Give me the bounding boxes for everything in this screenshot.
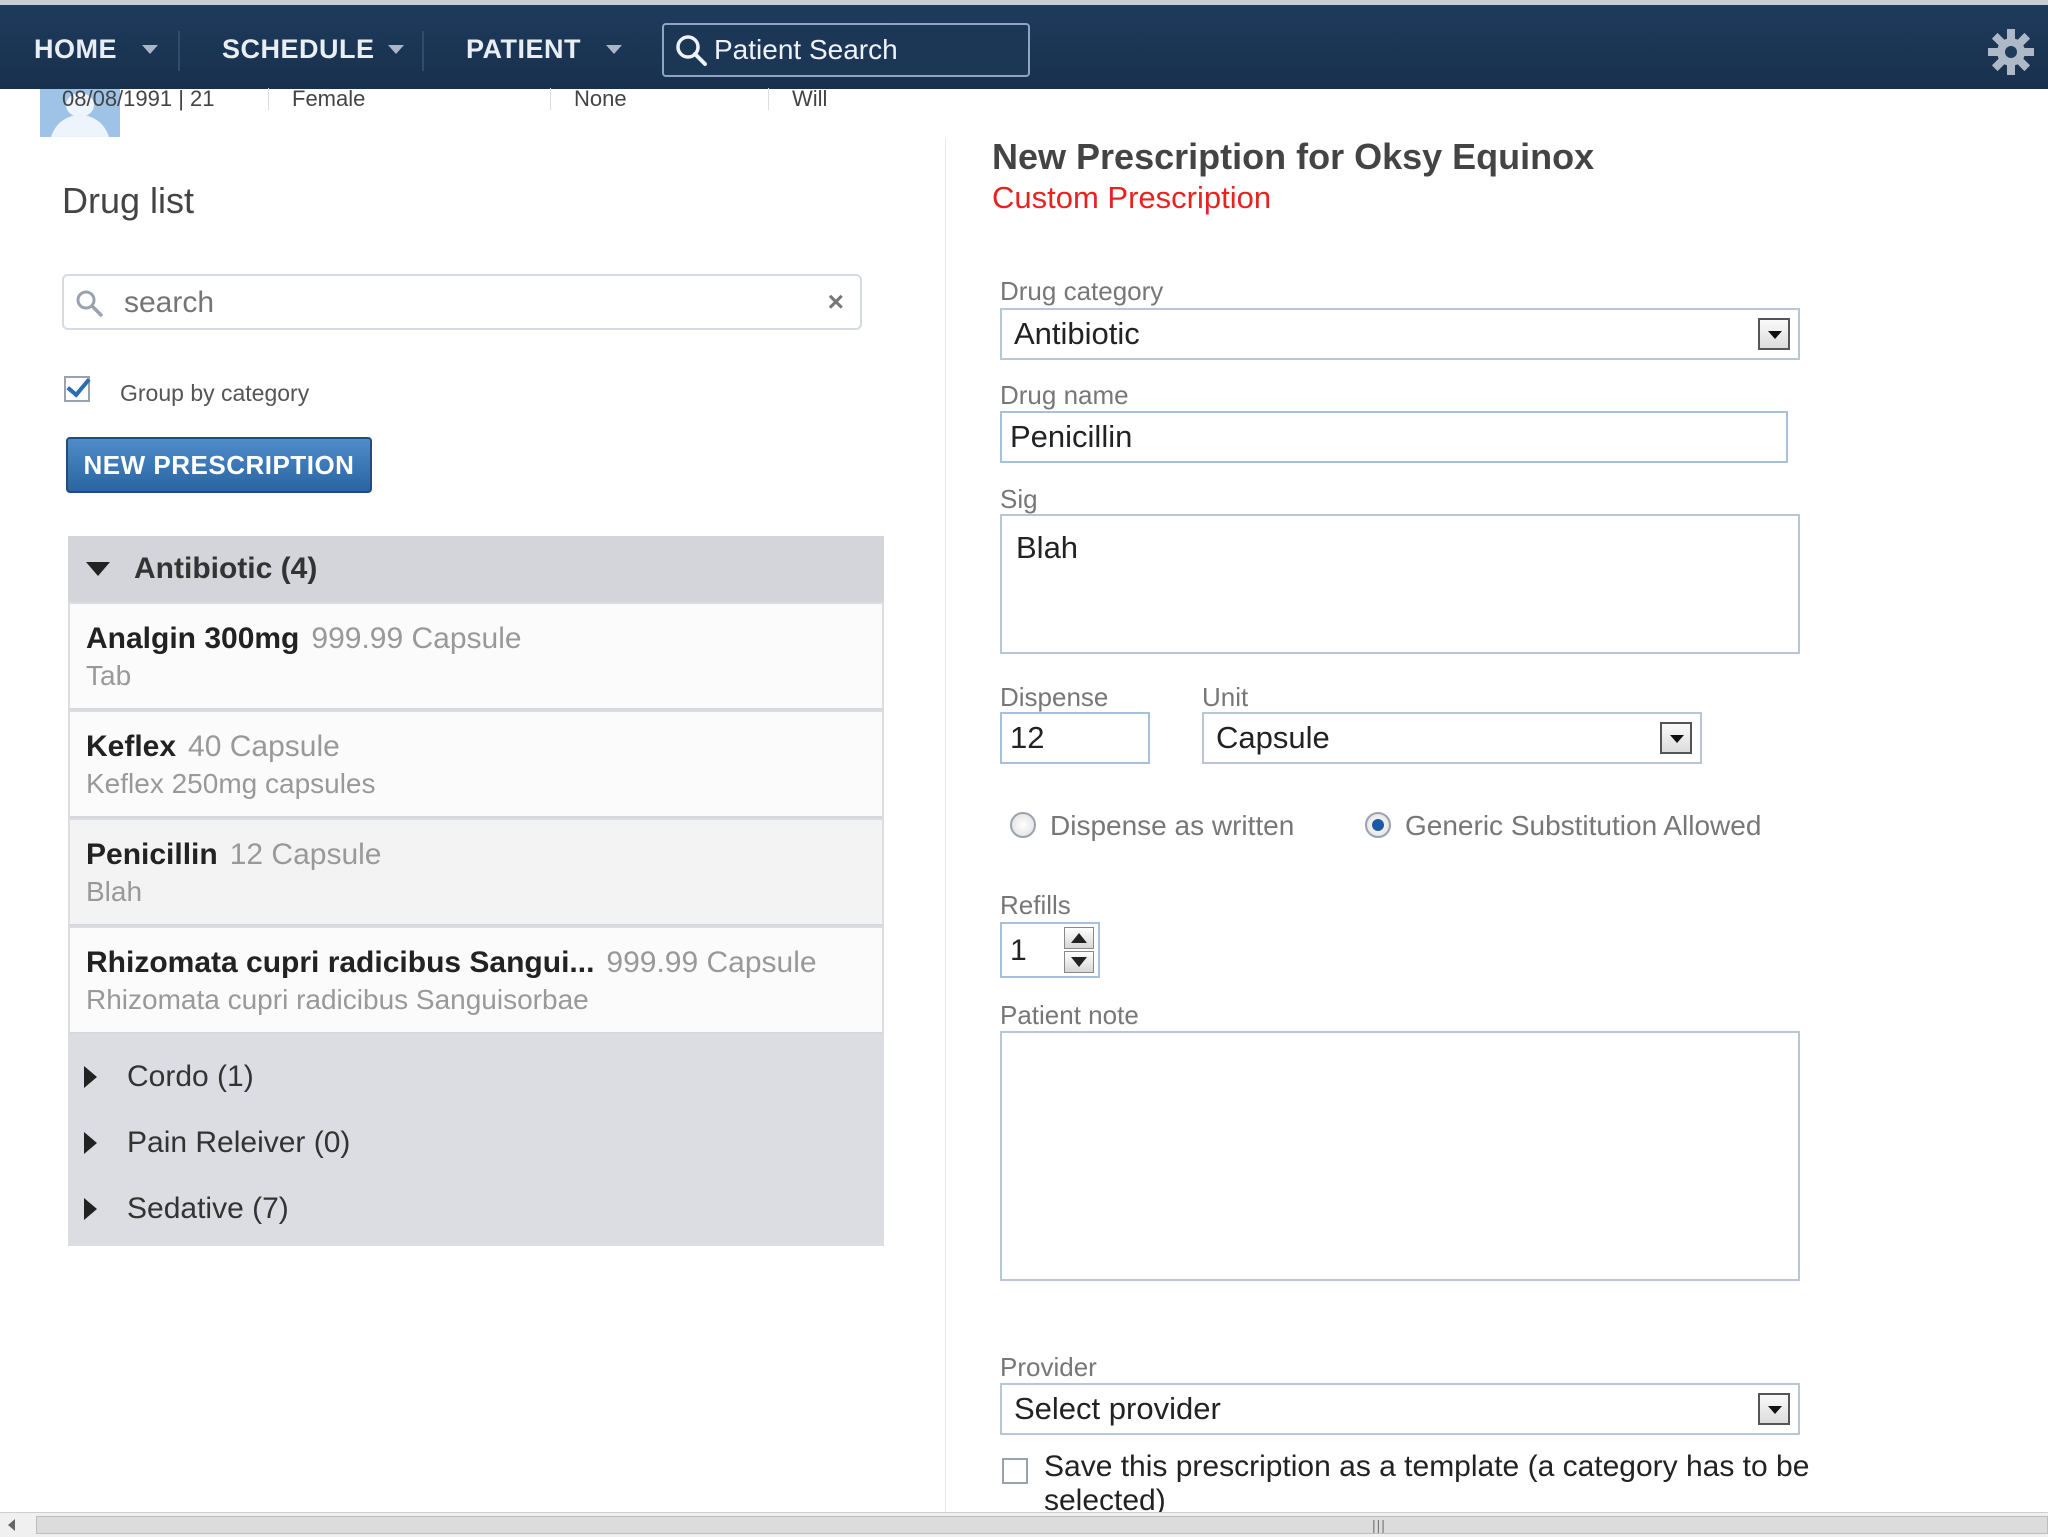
drug-category-label: Drug category: [1000, 276, 1164, 306]
nav-patient[interactable]: PATIENT: [466, 29, 581, 69]
drug-name: Penicillin: [86, 838, 218, 871]
category-label: Antibiotic (4): [134, 552, 318, 585]
list-item[interactable]: Rhizomata cupri radicibus Sangui... 999.9…: [70, 928, 882, 1034]
drug-qty: 12 Capsule: [229, 838, 382, 871]
nav-home[interactable]: HOME: [34, 29, 117, 69]
nav-home-chevron-down-icon[interactable]: [142, 45, 158, 54]
patient-provider: Will: [792, 86, 828, 111]
refills-value: 1: [1010, 934, 1027, 967]
drug-name-field[interactable]: Penicillin: [1000, 411, 1788, 463]
stepper-up-icon[interactable]: [1064, 927, 1094, 949]
chevron-right-icon: [84, 1066, 97, 1088]
drug-detail: Tab: [86, 660, 132, 691]
drug-name-label: Drug name: [1000, 380, 1129, 410]
column-divider: [945, 138, 946, 1518]
list-item[interactable]: Analgin 300mg 999.99 Capsule Tab: [70, 604, 882, 710]
unit-select[interactable]: Capsule: [1202, 712, 1702, 764]
save-template-checkbox[interactable]: [1002, 1458, 1028, 1484]
list-item-selected[interactable]: Penicillin 12 Capsule Blah: [70, 820, 882, 926]
scrollbar-thumb[interactable]: [36, 1516, 2048, 1534]
unit-label: Unit: [1202, 682, 1249, 712]
search-icon: [76, 290, 103, 317]
nav-schedule[interactable]: SCHEDULE: [222, 29, 375, 69]
strip-separator: [268, 88, 269, 110]
drug-list-title: Drug list: [62, 180, 195, 221]
drug-qty: 999.99 Capsule: [311, 622, 522, 655]
dispense-field[interactable]: 12: [1000, 712, 1150, 764]
unit-value: Capsule: [1216, 720, 1330, 755]
drug-name: Analgin 300mg: [86, 622, 300, 655]
category-header-cordo[interactable]: Cordo (1): [68, 1044, 884, 1110]
list-item[interactable]: Keflex 40 Capsule Keflex 250mg capsules: [70, 712, 882, 818]
dispense-as-written-radio[interactable]: [1010, 812, 1036, 838]
dispense-as-written-label: Dispense as written: [1050, 810, 1295, 841]
category-label: Cordo (1): [127, 1060, 254, 1093]
strip-separator: [550, 88, 551, 110]
patient-search-placeholder: Patient Search: [714, 34, 898, 65]
sig-textarea[interactable]: Blah: [1000, 514, 1800, 654]
patient-note-textarea[interactable]: [1000, 1031, 1800, 1281]
search-icon: [676, 35, 707, 66]
generic-substitution-radio[interactable]: [1365, 812, 1391, 838]
category-label: Pain Releiver (0): [127, 1126, 351, 1159]
patient-note-label: Patient note: [1000, 1000, 1139, 1030]
chevron-down-icon[interactable]: [1758, 1393, 1790, 1425]
drug-qty: 999.99 Capsule: [606, 946, 817, 979]
drug-qty: 40 Capsule: [188, 730, 340, 763]
provider-value: Select provider: [1014, 1391, 1221, 1426]
chevron-right-icon: [84, 1132, 97, 1154]
drug-category-value: Antibiotic: [1014, 316, 1140, 351]
refills-label: Refills: [1000, 890, 1071, 920]
chevron-right-icon: [84, 1198, 97, 1220]
drug-name: Keflex: [86, 730, 177, 763]
prescription-subtitle: Custom Prescription: [992, 180, 1272, 215]
provider-label: Provider: [1000, 1352, 1097, 1382]
sig-label: Sig: [1000, 484, 1038, 514]
chevron-down-icon[interactable]: [1660, 722, 1692, 754]
nav-patient-chevron-down-icon[interactable]: [606, 45, 622, 54]
chevron-down-icon[interactable]: [1758, 318, 1790, 350]
scroll-left-icon[interactable]: [8, 1519, 15, 1531]
drug-detail: Rhizomata cupri radicibus Sanguisorbae: [86, 984, 589, 1015]
strip-separator: [768, 88, 769, 110]
patient-dob-age: 08/08/1991 | 21: [62, 86, 215, 111]
save-template-label: Save this prescription as a template (a …: [1044, 1450, 1810, 1517]
patient-gender: Female: [292, 86, 366, 111]
drug-search-input[interactable]: [122, 284, 786, 322]
drug-detail: Keflex 250mg capsules: [86, 768, 376, 799]
group-by-category-checkbox[interactable]: [64, 376, 90, 402]
prescription-title: New Prescription for Oksy Equinox: [992, 136, 1595, 177]
chevron-down-icon: [86, 562, 110, 576]
refills-stepper[interactable]: 1: [1000, 922, 1100, 978]
scrollbar-grip-icon: |||: [1372, 1517, 1386, 1533]
top-nav-bar: HOME SCHEDULE PATIENT Patient Search: [0, 0, 2048, 89]
group-by-category-label: Group by category: [120, 380, 310, 406]
stepper-down-icon[interactable]: [1064, 951, 1094, 973]
category-header-sedative[interactable]: Sedative (7): [68, 1176, 884, 1242]
clear-icon[interactable]: ×: [828, 286, 844, 318]
generic-substitution-label: Generic Substitution Allowed: [1405, 810, 1762, 841]
nav-separator: [178, 31, 180, 71]
drug-detail: Blah: [86, 876, 143, 907]
gear-icon[interactable]: [1986, 27, 2036, 77]
category-header-pain-releiver[interactable]: Pain Releiver (0): [68, 1110, 884, 1176]
provider-select[interactable]: Select provider: [1000, 1383, 1800, 1435]
drug-name: Rhizomata cupri radicibus Sangui...: [86, 946, 595, 979]
category-header-antibiotic[interactable]: Antibiotic (4): [68, 536, 884, 602]
nav-separator: [422, 31, 424, 71]
patient-search-input[interactable]: Patient Search: [662, 23, 1030, 77]
nav-schedule-chevron-down-icon[interactable]: [388, 45, 404, 54]
dispense-label: Dispense: [1000, 682, 1109, 712]
drug-category-select[interactable]: Antibiotic: [1000, 308, 1800, 360]
horizontal-scrollbar[interactable]: |||: [0, 1512, 2048, 1537]
new-prescription-button[interactable]: NEW PRESCRIPTION: [66, 437, 372, 493]
drug-list-panel: Antibiotic (4) Analgin 300mg 999.99 Capsu…: [68, 536, 884, 1246]
drug-search-box: ×: [62, 274, 862, 330]
patient-allergies: None: [574, 86, 627, 111]
category-label: Sedative (7): [127, 1192, 289, 1225]
